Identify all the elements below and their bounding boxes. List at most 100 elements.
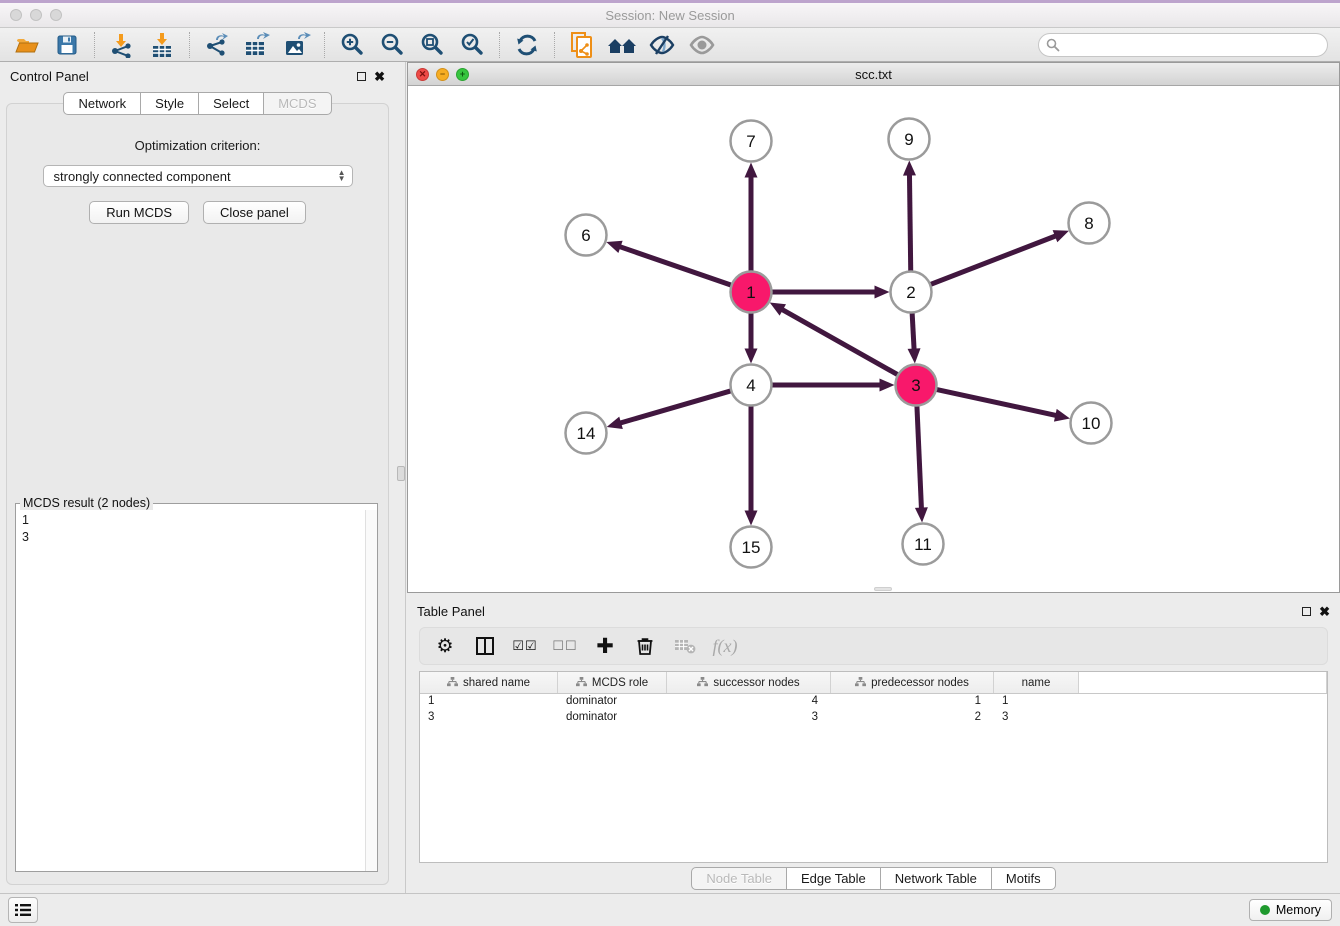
table-cell[interactable]: 3 bbox=[994, 710, 1079, 726]
table-cell[interactable]: 1 bbox=[994, 694, 1079, 710]
column-visibility-button[interactable] bbox=[470, 631, 500, 661]
open-session-button[interactable] bbox=[8, 30, 46, 60]
graph-edge-1-2[interactable] bbox=[757, 286, 890, 299]
export-image-button[interactable] bbox=[278, 30, 316, 60]
tab-motifs[interactable]: Motifs bbox=[992, 867, 1056, 890]
memory-button[interactable]: Memory bbox=[1249, 899, 1332, 921]
column-header-predecessor-nodes[interactable]: predecessor nodes bbox=[831, 672, 994, 693]
task-history-button[interactable] bbox=[8, 897, 38, 923]
chevron-updown-icon: ▲▼ bbox=[338, 170, 346, 182]
deselect-all-rows-button[interactable]: ☐☐ bbox=[550, 631, 580, 661]
panel-divider[interactable] bbox=[395, 62, 407, 893]
table-settings-button[interactable]: ⚙ bbox=[430, 631, 460, 661]
tab-network[interactable]: Network bbox=[63, 92, 141, 115]
zoom-in-button[interactable] bbox=[333, 30, 371, 60]
graph-node-15[interactable]: 15 bbox=[731, 527, 772, 568]
tab-node-table[interactable]: Node Table bbox=[691, 867, 787, 890]
table-cell[interactable]: dominator bbox=[558, 694, 667, 710]
graph-edge-4-15[interactable] bbox=[745, 391, 758, 526]
close-panel-icon[interactable]: ✖ bbox=[374, 72, 385, 81]
import-table-button[interactable] bbox=[143, 30, 181, 60]
new-network-from-selection-button[interactable] bbox=[563, 30, 601, 60]
graph-edge-2-8[interactable] bbox=[917, 230, 1069, 290]
graph-node-11[interactable]: 11 bbox=[903, 524, 944, 565]
graph-edge-1-6[interactable] bbox=[606, 241, 745, 290]
column-header-shared-name[interactable]: shared name bbox=[420, 672, 558, 693]
zoom-out-button[interactable] bbox=[373, 30, 411, 60]
close-panel-button[interactable]: Close panel bbox=[203, 201, 306, 224]
float-table-panel-icon[interactable] bbox=[1302, 607, 1311, 616]
canvas-resize-grip[interactable] bbox=[874, 587, 892, 591]
graph-node-4[interactable]: 4 bbox=[731, 365, 772, 406]
table-cell[interactable]: 3 bbox=[667, 710, 831, 726]
refresh-button[interactable] bbox=[508, 30, 546, 60]
mcds-result-list[interactable]: 13 bbox=[16, 510, 365, 871]
graph-edge-1-7[interactable] bbox=[745, 163, 758, 287]
table-row[interactable]: 1dominator411 bbox=[420, 694, 1327, 710]
graph-node-2[interactable]: 2 bbox=[891, 272, 932, 313]
graph-node-9[interactable]: 9 bbox=[889, 119, 930, 160]
delete-column-button[interactable] bbox=[630, 631, 660, 661]
graph-node-10[interactable]: 10 bbox=[1071, 403, 1112, 444]
first-neighbors-icon bbox=[606, 33, 638, 57]
zoom-in-icon bbox=[339, 32, 365, 58]
svg-text:3: 3 bbox=[911, 376, 920, 395]
svg-text:4: 4 bbox=[746, 376, 755, 395]
table-cell[interactable]: 1 bbox=[420, 694, 558, 710]
table-cell[interactable]: 2 bbox=[831, 710, 994, 726]
delete-table-button[interactable] bbox=[670, 631, 700, 661]
graph-node-7[interactable]: 7 bbox=[731, 121, 772, 162]
tab-select[interactable]: Select bbox=[199, 92, 264, 115]
graph-node-8[interactable]: 8 bbox=[1069, 203, 1110, 244]
close-table-panel-icon[interactable]: ✖ bbox=[1319, 607, 1330, 616]
column-type-icon bbox=[447, 677, 458, 688]
run-mcds-button[interactable]: Run MCDS bbox=[89, 201, 189, 224]
table-cell[interactable]: 4 bbox=[667, 694, 831, 710]
network-graph[interactable]: 1 2 3 4 6 7 8 9 10 11 14 15 bbox=[408, 86, 1339, 589]
table-cell[interactable]: 1 bbox=[831, 694, 994, 710]
save-session-button[interactable] bbox=[48, 30, 86, 60]
graph-edge-3-10[interactable] bbox=[922, 386, 1070, 421]
export-table-button[interactable] bbox=[238, 30, 276, 60]
graph-node-6[interactable]: 6 bbox=[566, 215, 607, 256]
column-header-mcds-role[interactable]: MCDS role bbox=[558, 672, 667, 693]
table-cell[interactable]: 3 bbox=[420, 710, 558, 726]
export-network-button[interactable] bbox=[198, 30, 236, 60]
import-network-button[interactable] bbox=[103, 30, 141, 60]
zoom-selected-button[interactable] bbox=[453, 30, 491, 60]
network-canvas[interactable]: 1 2 3 4 6 7 8 9 10 11 14 15 bbox=[408, 86, 1339, 592]
column-header-name[interactable]: name bbox=[994, 672, 1079, 693]
search-input[interactable] bbox=[1038, 33, 1328, 57]
table-row[interactable]: 3dominator323 bbox=[420, 710, 1327, 726]
add-column-button[interactable]: ✚ bbox=[590, 631, 620, 661]
float-panel-icon[interactable] bbox=[357, 72, 366, 81]
graph-edge-4-14[interactable] bbox=[607, 387, 746, 429]
tab-style[interactable]: Style bbox=[141, 92, 199, 115]
tab-mcds[interactable]: MCDS bbox=[264, 92, 331, 115]
save-session-icon bbox=[55, 33, 79, 57]
column-type-icon bbox=[697, 677, 708, 688]
first-neighbors-button[interactable] bbox=[603, 30, 641, 60]
function-builder-button[interactable]: f(x) bbox=[710, 631, 740, 661]
result-scrollbar[interactable] bbox=[365, 510, 377, 871]
control-panel-title: Control Panel bbox=[10, 69, 89, 84]
tab-network-table[interactable]: Network Table bbox=[881, 867, 992, 890]
graph-edge-4-3[interactable] bbox=[757, 379, 895, 392]
graph-node-1[interactable]: 1 bbox=[731, 272, 772, 313]
hide-selected-button[interactable] bbox=[643, 30, 681, 60]
show-all-button[interactable] bbox=[683, 30, 721, 60]
graph-node-14[interactable]: 14 bbox=[566, 413, 607, 454]
optimization-criterion-select[interactable]: strongly connected component ▲▼ bbox=[43, 165, 353, 187]
column-header-successor-nodes[interactable]: successor nodes bbox=[667, 672, 831, 693]
zoom-fit-button[interactable] bbox=[413, 30, 451, 60]
tab-edge-table[interactable]: Edge Table bbox=[787, 867, 881, 890]
graph-edge-3-11[interactable] bbox=[915, 391, 928, 523]
graph-node-3[interactable]: 3 bbox=[896, 365, 937, 406]
function-builder-icon: f(x) bbox=[713, 636, 738, 657]
toolbar-search bbox=[1038, 33, 1328, 57]
divider-grip-handle[interactable] bbox=[397, 466, 405, 481]
select-all-rows-button[interactable]: ☑☑ bbox=[510, 631, 540, 661]
graph-edge-3-1[interactable] bbox=[770, 303, 911, 382]
graph-edge-2-9[interactable] bbox=[903, 160, 916, 286]
table-cell[interactable]: dominator bbox=[558, 710, 667, 726]
